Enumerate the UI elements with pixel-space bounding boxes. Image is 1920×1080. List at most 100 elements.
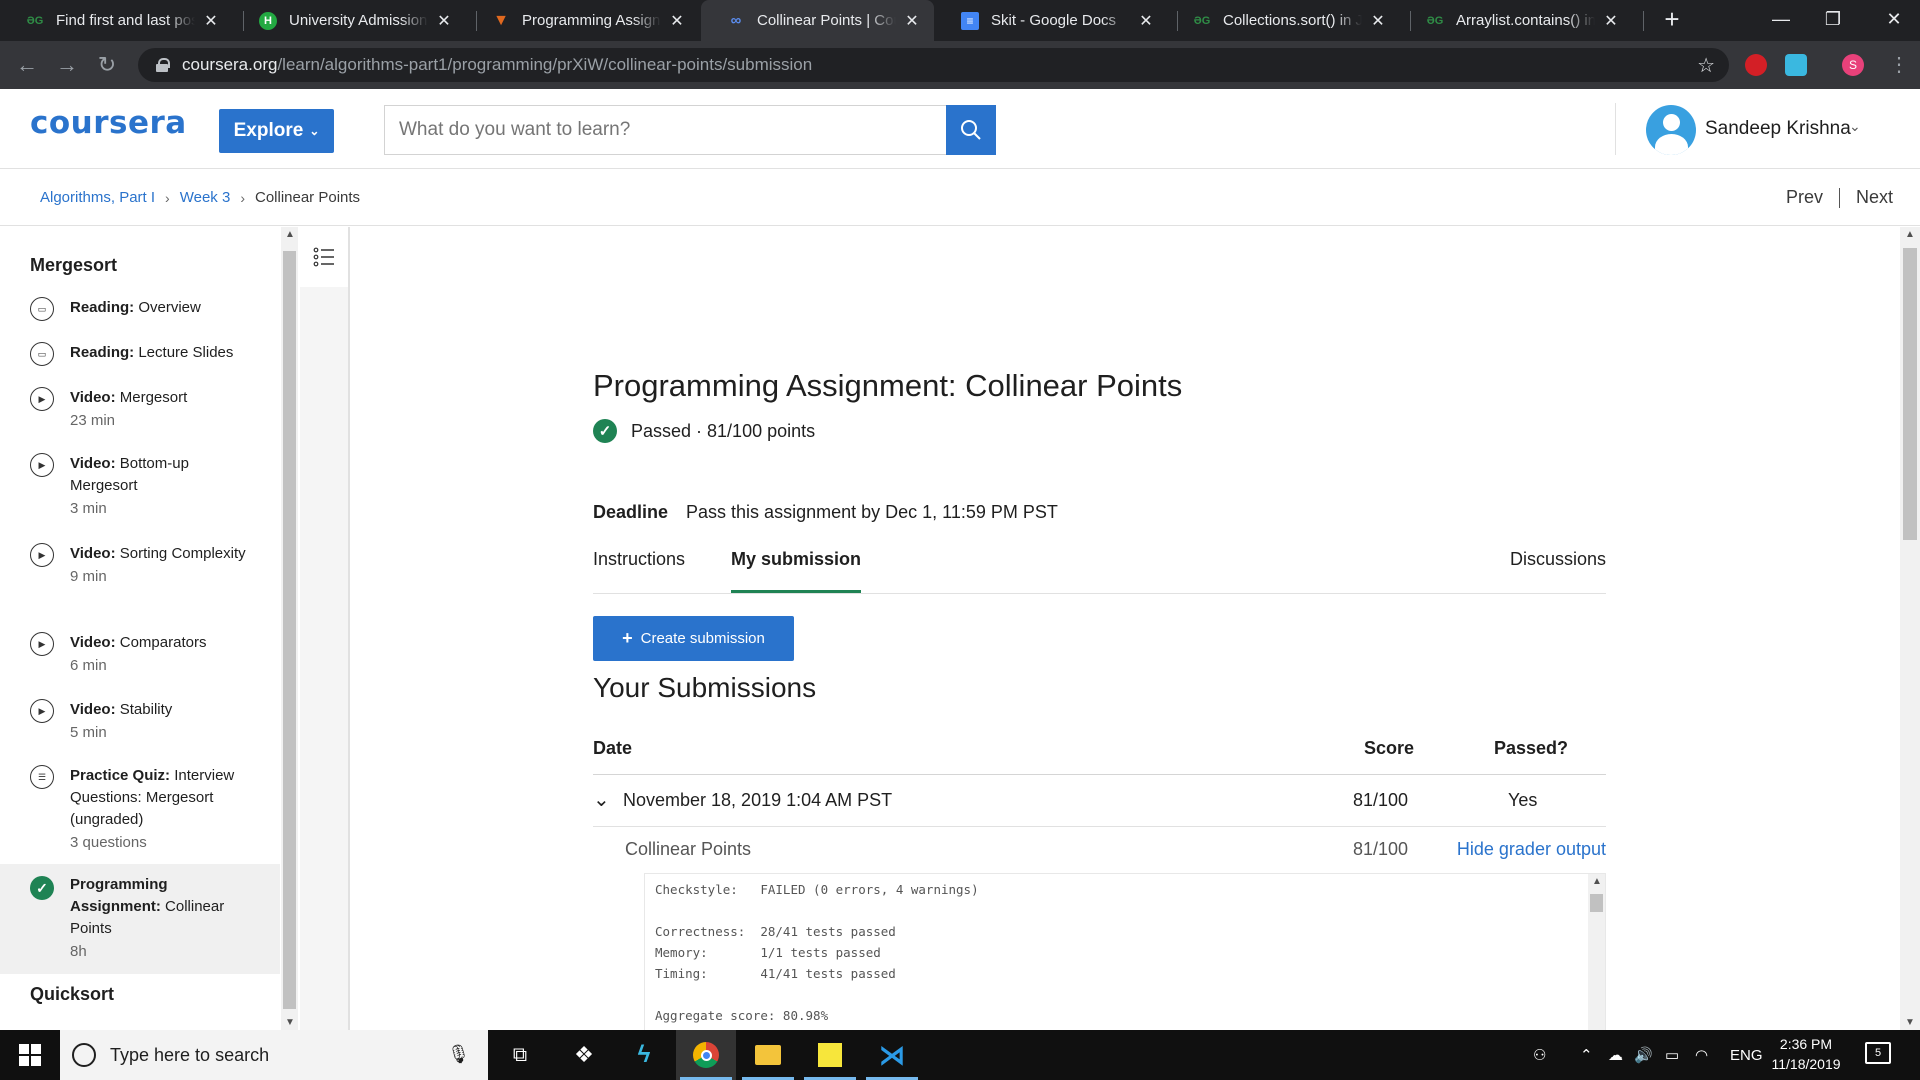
taskbar-search-input[interactable]: Type here to search 🎙 — [60, 1030, 488, 1080]
close-icon[interactable]: ✕ — [902, 11, 922, 31]
user-name[interactable]: Sandeep Krishna — [1705, 118, 1851, 140]
url-domain: coursera.org — [182, 55, 278, 74]
sidebar-item-video-bottom-up[interactable]: ▶ Video: Bottom-up Mergesort 3 min — [0, 453, 280, 521]
breadcrumb-week[interactable]: Week 3 — [180, 189, 231, 206]
close-icon[interactable]: ✕ — [1136, 11, 1156, 31]
onedrive-icon[interactable]: ☁ — [1608, 1030, 1623, 1080]
sidebar-item-practice-quiz[interactable]: ☰ Practice Quiz: Interview Questions: Me… — [0, 765, 280, 855]
volume-icon[interactable]: 🔊 — [1634, 1030, 1653, 1080]
tab-instructions[interactable]: Instructions — [593, 549, 685, 593]
battery-icon[interactable]: ▭ — [1665, 1030, 1679, 1080]
menu-column — [300, 227, 350, 1030]
language-indicator[interactable]: ENG — [1730, 1030, 1763, 1080]
close-icon[interactable]: ✕ — [201, 11, 221, 31]
browser-menu-icon[interactable]: ⋮ — [1885, 51, 1913, 79]
chevron-down-icon[interactable]: ⌄ — [1849, 118, 1861, 135]
close-window-button[interactable]: ✕ — [1868, 0, 1920, 41]
sidebar-item-video-comparators[interactable]: ▶ Video: Comparators 6 min — [0, 632, 280, 678]
avatar[interactable] — [1646, 105, 1696, 155]
sidebar-item-programming-assignment[interactable]: ✓ Programming Assignment: Collinear Poin… — [0, 864, 280, 974]
deadline-label: Deadline — [593, 502, 669, 522]
profile-avatar-icon[interactable]: S — [1842, 54, 1864, 76]
task-view-icon[interactable]: ⧉ — [490, 1030, 550, 1080]
scroll-up-icon[interactable]: ▲ — [285, 229, 295, 240]
vscode-icon[interactable]: ⋊ — [862, 1030, 922, 1080]
new-tab-button[interactable]: + — [1657, 4, 1687, 34]
tab-title: University Admission 1 — [289, 12, 428, 29]
tab-discussions[interactable]: Discussions — [1510, 549, 1606, 593]
breadcrumb-course[interactable]: Algorithms, Part I — [40, 189, 155, 206]
start-button[interactable] — [0, 1030, 60, 1080]
gfg-icon: ƏG — [1426, 14, 1444, 27]
dropbox-icon[interactable]: ❖ — [554, 1030, 614, 1080]
prev-link[interactable]: Prev — [1786, 187, 1823, 208]
sidebar-item-video-sorting-complexity[interactable]: ▶ Video: Sorting Complexity 9 min — [0, 543, 280, 589]
microphone-icon[interactable]: 🎙 — [447, 1044, 470, 1065]
back-arrow-icon[interactable]: ← — [13, 51, 41, 79]
close-icon[interactable]: ✕ — [1368, 11, 1388, 31]
sidebar-item-video-mergesort[interactable]: ▶ Video: Mergesort 23 min — [0, 387, 280, 433]
explore-button[interactable]: Explore ⌄ — [219, 109, 334, 153]
scroll-up-icon[interactable]: ▲ — [1905, 229, 1915, 240]
tab-title: Collinear Points | Cours — [757, 12, 896, 29]
notification-count: 5 — [1874, 1047, 1882, 1059]
extension-icon[interactable] — [1745, 54, 1767, 76]
people-icon[interactable]: ⚇ — [1533, 1030, 1546, 1080]
browser-tab[interactable]: H University Admission 1 ✕ — [233, 0, 466, 41]
scroll-down-icon[interactable]: ▼ — [1905, 1017, 1915, 1028]
check-icon: ✓ — [593, 419, 617, 443]
sidebar-item-reading-slides[interactable]: ▭ Reading: Lecture Slides — [0, 342, 280, 366]
clock[interactable]: 2:36 PM 11/18/2019 — [1766, 1034, 1846, 1074]
chrome-icon[interactable] — [676, 1030, 736, 1080]
wifi-icon[interactable]: ◠ — [1695, 1030, 1708, 1080]
chevron-down-icon: ⌄ — [309, 124, 320, 138]
sidebar-item-video-stability[interactable]: ▶ Video: Stability 5 min — [0, 699, 280, 745]
page-scrollbar[interactable]: ▲ ▼ — [1900, 227, 1920, 1030]
sticky-notes-icon[interactable] — [800, 1030, 860, 1080]
browser-tab[interactable]: ƏG Collections.sort() in Jav ✕ — [1167, 0, 1400, 41]
close-icon[interactable]: ✕ — [1601, 11, 1621, 31]
app-icon[interactable]: ϟ — [614, 1030, 674, 1080]
forward-arrow-icon[interactable]: → — [53, 51, 81, 79]
tab-title: Find first and last positi — [56, 12, 195, 29]
bookmark-star-icon[interactable]: ☆ — [1697, 53, 1715, 78]
table-row[interactable]: ⌄ November 18, 2019 1:04 AM PST 81/100 Y… — [593, 775, 1606, 827]
clock-time: 2:36 PM — [1779, 1036, 1833, 1052]
lock-icon — [156, 58, 170, 72]
toggle-menu-button[interactable] — [300, 227, 348, 287]
sidebar-item-reading-overview[interactable]: ▭ Reading: Overview — [0, 297, 280, 321]
sidebar-section-title[interactable]: Quicksort — [30, 984, 114, 1005]
search-input[interactable] — [384, 105, 946, 155]
book-icon: ▭ — [30, 342, 54, 366]
close-icon[interactable]: ✕ — [667, 11, 687, 31]
notification-icon[interactable]: 5 — [1865, 1042, 1891, 1064]
next-link[interactable]: Next — [1856, 187, 1893, 208]
minimize-button[interactable]: — — [1755, 0, 1807, 41]
item-title: Stability — [119, 701, 173, 718]
browser-tab[interactable]: ▼ Programming Assignme ✕ — [466, 0, 699, 41]
browser-tab[interactable]: ƏG Find first and last positi ✕ — [0, 0, 233, 41]
create-submission-button[interactable]: + Create submission — [593, 616, 794, 661]
reload-icon[interactable]: ↻ — [93, 51, 121, 79]
browser-tab[interactable]: ƏG Arraylist.contains() in Ja ✕ — [1400, 0, 1633, 41]
grader-output[interactable]: Checkstyle: FAILED (0 errors, 4 warnings… — [644, 873, 1606, 1030]
close-icon[interactable]: ✕ — [434, 11, 454, 31]
extension-icon[interactable] — [1785, 54, 1807, 76]
browser-tab-active[interactable]: ∞ Collinear Points | Cours ✕ — [701, 0, 934, 41]
chevron-up-icon[interactable]: ⌃ — [1580, 1030, 1593, 1080]
hide-grader-output-link[interactable]: Hide grader output — [1457, 839, 1606, 860]
grader-scrollbar[interactable]: ▲ — [1588, 874, 1605, 1030]
address-bar[interactable]: coursera.org /learn/algorithms-part1/pro… — [138, 48, 1729, 82]
scroll-up-icon[interactable]: ▲ — [1592, 876, 1602, 887]
scroll-down-icon[interactable]: ▼ — [285, 1017, 295, 1028]
browser-tab[interactable]: ≡ Skit - Google Docs ✕ — [935, 0, 1168, 41]
tab-my-submission[interactable]: My submission — [731, 549, 862, 593]
sidebar-scrollbar[interactable]: ▲ ▼ — [281, 227, 298, 1030]
item-type: Video: — [70, 455, 116, 472]
item-title: Mergesort — [119, 389, 188, 406]
search-button[interactable] — [946, 105, 996, 155]
file-explorer-icon[interactable] — [738, 1030, 798, 1080]
chevron-down-icon[interactable]: ⌄ — [593, 787, 610, 812]
restore-button[interactable]: ❐ — [1807, 0, 1859, 41]
coursera-logo[interactable]: coursera — [30, 105, 187, 141]
